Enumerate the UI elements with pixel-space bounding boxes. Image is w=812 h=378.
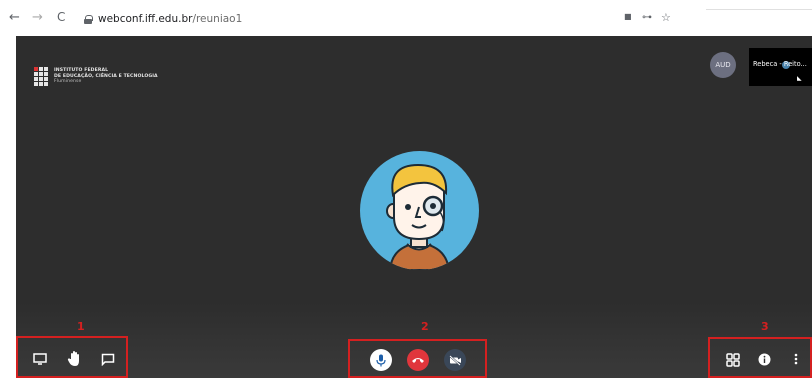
participant-avatar[interactable]: AUD [710, 52, 736, 78]
institution-logo: INSTITUTO FEDERAL DE EDUCAÇÃO, CIÊNCIA E… [34, 67, 158, 86]
participant-thumbnail[interactable]: Rebeca - Reito... ◣ [749, 48, 812, 86]
reload-icon[interactable]: C [57, 11, 65, 24]
camera-permission-icon[interactable]: ■ [624, 12, 632, 21]
arrow-left-icon[interactable]: ← [9, 11, 20, 24]
cartoon-avatar-icon [386, 163, 451, 270]
hangup-icon[interactable] [407, 349, 429, 371]
star-icon[interactable]: ☆ [661, 11, 671, 24]
chat-icon[interactable] [100, 352, 116, 366]
logo-text: INSTITUTO FEDERAL DE EDUCAÇÃO, CIÊNCIA E… [54, 68, 158, 85]
annotation-number-3: 3 [761, 320, 769, 333]
more-options-icon[interactable] [792, 352, 800, 366]
camera-off-icon[interactable] [444, 349, 466, 371]
raise-hand-icon[interactable] [66, 350, 84, 367]
participant-name: Rebeca - Reito... [753, 60, 807, 68]
annotation-number-1: 1 [77, 320, 85, 333]
url-path: /reuniao1 [192, 13, 243, 25]
conference-stage: INSTITUTO FEDERAL DE EDUCAÇÃO, CIÊNCIA E… [16, 36, 812, 378]
address-bar[interactable]: webconf.iff.edu.br/reuniao1 [84, 11, 242, 27]
user-avatar [360, 151, 479, 270]
annotation-number-2: 2 [421, 320, 429, 333]
info-icon[interactable] [757, 352, 771, 366]
arrow-right-icon[interactable]: → [32, 11, 43, 24]
lock-icon [84, 14, 93, 24]
url-domain: webconf.iff.edu.br [98, 13, 193, 25]
camera-off-icon: ◣ [797, 75, 802, 82]
browser-toolbar: ← → C webconf.iff.edu.br/reuniao1 ■ ⊶ ☆ [0, 0, 812, 36]
tile-view-icon[interactable] [725, 352, 741, 368]
microphone-icon[interactable] [370, 349, 392, 371]
divider [706, 9, 812, 10]
logo-mark [34, 67, 48, 86]
key-icon[interactable]: ⊶ [642, 12, 652, 23]
screen-share-icon[interactable] [32, 352, 48, 366]
